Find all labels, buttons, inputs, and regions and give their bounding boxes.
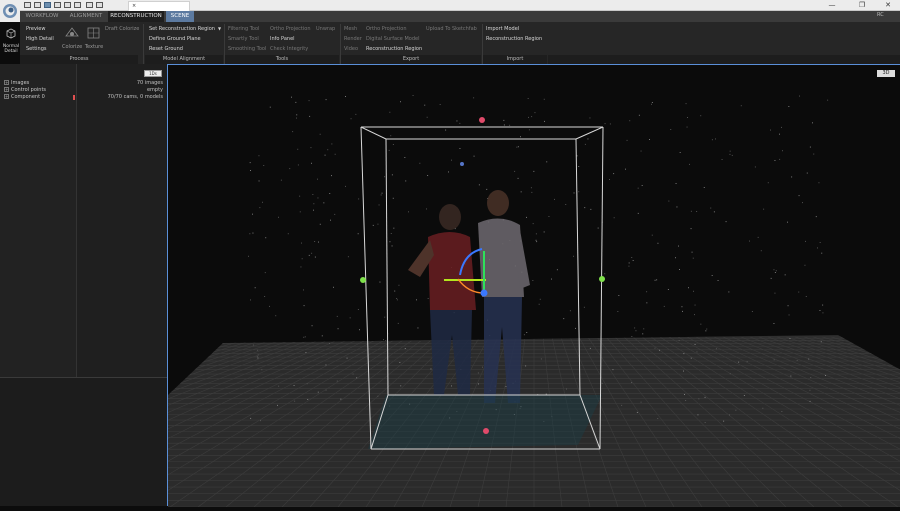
tree-item-label: Images [11,80,30,86]
app-logo[interactable] [0,0,20,22]
smoothing-tool-button[interactable]: Smoothing Tool [228,46,266,52]
chevron-down-icon: ▼ [217,26,222,31]
export-reconstruction-region-button[interactable]: Reconstruction Region [366,46,422,52]
tab-scene[interactable]: SCENE [166,11,194,22]
colorize-icon [65,27,79,37]
import-reconstruction-region-button[interactable]: Reconstruction Region [486,36,542,42]
component-marker [73,95,75,100]
texture-button[interactable]: Texture [84,25,104,50]
maximize-button[interactable]: ❐ [850,0,874,11]
export-ortho-projection-button[interactable]: Ortho Projection [366,26,407,32]
draft-colorize-button[interactable]: Draft Colorize [105,26,139,32]
ortho-projection-tool-button[interactable]: Ortho Projection [270,26,311,32]
tree-item-control-points[interactable]: + Control points [4,87,46,93]
tree-item-images[interactable]: + Images [4,80,29,86]
qa-layout-3-icon[interactable] [64,2,71,8]
document-tab[interactable]: × [128,1,190,11]
region-handle-top[interactable] [479,117,485,123]
settings-button[interactable]: Settings [26,46,47,52]
tree-item-label: Control points [11,87,47,93]
expand-icon[interactable]: + [4,80,9,85]
tree-value-component-0: 70/70 cams, 0 models [107,94,163,100]
info-panel-button[interactable]: Info Panel [270,36,295,42]
import-model-button[interactable]: Import Model [486,26,519,32]
import-group-label: Import [483,55,547,64]
region-handle-right[interactable] [599,276,605,282]
preview-button[interactable]: Preview [26,26,45,32]
video-button[interactable]: Video [344,46,358,52]
expand-icon[interactable]: + [4,87,9,92]
ribbon-group-bar-fill [548,55,900,64]
tree-item-label: Component 0 [11,94,45,100]
normal-detail-icon [6,28,16,39]
export-group-label: Export [341,55,481,64]
qa-layout-4-icon[interactable] [74,2,81,8]
qa-layout-2-icon[interactable] [54,2,61,8]
qa-open-icon[interactable] [34,2,41,8]
app-logo-icon [3,4,17,18]
3d-viewport[interactable] [167,64,900,507]
project-tree [0,64,76,377]
region-handle-bottom[interactable] [483,428,489,434]
export-mesh-button[interactable]: Mesh [344,26,357,32]
digital-surface-model-button[interactable]: Digital Surface Model [366,36,419,42]
qa-new-icon[interactable] [24,2,31,8]
filtering-tool-button[interactable]: Filtering Tool [228,26,259,32]
tree-value-control-points: empty [146,87,163,93]
view-mode-badge[interactable]: 3D [877,70,895,77]
scene-canvas[interactable] [168,65,900,507]
colorize-button[interactable]: Colorize [62,25,83,50]
project-tree-values [76,64,167,377]
ribbon-separator [143,24,144,64]
tab-close-label[interactable]: × [132,3,136,9]
define-ground-plane-button[interactable]: Define Ground Plane [149,36,201,42]
qa-layout-1-icon[interactable] [44,2,51,8]
tree-search-button[interactable]: 1Ds [144,70,162,77]
tools-group-label: Tools [225,55,339,64]
reset-ground-button[interactable]: Reset Ground [149,46,183,52]
qa-layout-5-icon[interactable] [86,2,93,8]
upload-sketchfab-button[interactable]: Upload To Sketchfab [426,26,477,32]
normal-detail-label: Normal Detail [2,44,20,54]
tab-reconstruction[interactable]: RECONSTRUCTION [108,11,164,22]
check-integrity-button[interactable]: Check Integrity [270,46,308,52]
expand-icon[interactable]: + [4,94,9,99]
smartly-tool-button[interactable]: Smartly Tool [228,36,259,42]
texture-label: Texture [84,44,104,50]
user-initials[interactable]: RC [877,12,884,18]
unwrap-button[interactable]: Unwrap [316,26,335,32]
model-alignment-group-label: Model Alignment [145,55,223,64]
render-button[interactable]: Render [344,36,362,42]
tab-alignment[interactable]: ALIGNMENT [66,11,106,22]
tree-item-component-0[interactable]: + Component 0 [4,94,45,100]
texture-icon [87,27,100,39]
qa-layout-6-icon[interactable] [96,2,103,8]
set-reconstruction-region-label: Set Reconstruction Region [149,26,215,32]
tab-workflow[interactable]: WORKFLOW [22,11,62,22]
set-reconstruction-region-button[interactable]: Set Reconstruction Region ▼ [149,26,221,32]
panel-divider[interactable] [0,377,167,378]
region-handle-left[interactable] [360,277,366,283]
minimize-button[interactable]: — [820,0,844,11]
high-detail-button[interactable]: High Detail [26,36,54,42]
close-button[interactable]: ✕ [876,0,900,11]
colorize-label: Colorize [62,44,83,50]
normal-detail-button[interactable]: Normal Detail [2,25,20,54]
tree-value-images: 70 images [136,80,163,86]
process-group-label: Process [20,55,138,64]
